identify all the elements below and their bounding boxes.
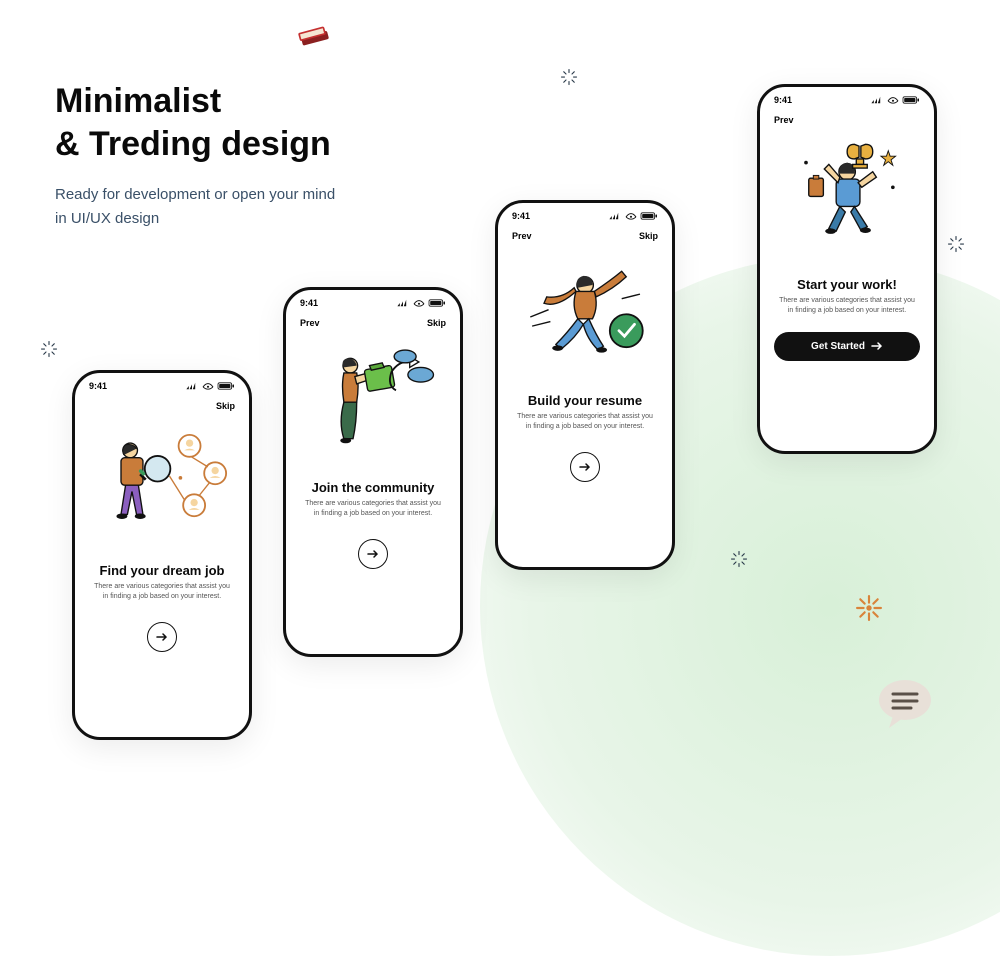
skip-button[interactable]: Skip bbox=[427, 318, 446, 328]
onboarding-illustration-hero bbox=[498, 247, 672, 387]
next-button[interactable] bbox=[147, 622, 177, 652]
skip-button[interactable]: Skip bbox=[639, 231, 658, 241]
hero-heading: Minimalist & Treding design Ready for de… bbox=[55, 80, 335, 231]
card-title: Build your resume bbox=[498, 387, 672, 412]
status-time: 9:41 bbox=[512, 211, 530, 221]
heading-line2: & Treding design bbox=[55, 125, 331, 163]
onboarding-illustration-upload bbox=[286, 334, 460, 474]
chat-bubble-icon bbox=[875, 676, 935, 731]
card-description: There are various categories that assist… bbox=[760, 296, 934, 316]
status-icons bbox=[870, 96, 920, 104]
status-icons bbox=[608, 212, 658, 220]
card-title: Join the community bbox=[286, 474, 460, 499]
nav-row: Prev bbox=[760, 109, 934, 131]
next-button[interactable] bbox=[570, 452, 600, 482]
status-icons bbox=[396, 299, 446, 307]
sparkle-icon bbox=[730, 550, 748, 568]
onboarding-illustration-search bbox=[75, 417, 249, 557]
heading-line1: Minimalist bbox=[55, 82, 221, 120]
skip-button[interactable]: Skip bbox=[216, 401, 235, 411]
card-title: Start your work! bbox=[760, 271, 934, 296]
status-time: 9:41 bbox=[300, 298, 318, 308]
heading-sub1: Ready for development or open your mind bbox=[55, 186, 335, 203]
sparkle-icon bbox=[560, 68, 578, 86]
sparkle-icon-accent bbox=[856, 595, 882, 621]
prev-button[interactable]: Prev bbox=[512, 231, 532, 241]
status-icons bbox=[185, 382, 235, 390]
onboarding-illustration-trophy bbox=[760, 131, 934, 271]
phone-mockup-2: 9:41 Prev Skip Join the community There … bbox=[283, 287, 463, 657]
status-bar: 9:41 bbox=[75, 373, 249, 395]
nav-row: Skip bbox=[75, 395, 249, 417]
heading-title: Minimalist & Treding design bbox=[55, 80, 335, 165]
status-bar: 9:41 bbox=[760, 87, 934, 109]
nav-row: Prev Skip bbox=[286, 312, 460, 334]
prev-button[interactable]: Prev bbox=[300, 318, 320, 328]
nav-row: Prev Skip bbox=[498, 225, 672, 247]
prev-button[interactable]: Prev bbox=[774, 115, 794, 125]
next-button[interactable] bbox=[358, 539, 388, 569]
heading-subtitle: Ready for development or open your mind … bbox=[55, 183, 335, 231]
sparkle-icon bbox=[40, 340, 58, 358]
card-title: Find your dream job bbox=[75, 557, 249, 582]
status-time: 9:41 bbox=[89, 381, 107, 391]
book-icon bbox=[295, 22, 337, 58]
status-bar: 9:41 bbox=[286, 290, 460, 312]
sparkle-icon bbox=[947, 235, 965, 253]
card-description: There are various categories that assist… bbox=[498, 412, 672, 432]
phone-mockup-4: 9:41 Prev bbox=[757, 84, 937, 454]
card-description: There are various categories that assist… bbox=[286, 499, 460, 519]
phone-mockup-3: 9:41 Prev Skip Build your resume T bbox=[495, 200, 675, 570]
phone-mockup-1: 9:41 Skip bbox=[72, 370, 252, 740]
get-started-button[interactable]: Get Started bbox=[774, 332, 920, 361]
heading-sub2: in UI/UX design bbox=[55, 210, 159, 227]
card-description: There are various categories that assist… bbox=[75, 582, 249, 602]
status-bar: 9:41 bbox=[498, 203, 672, 225]
status-time: 9:41 bbox=[774, 95, 792, 105]
cta-label: Get Started bbox=[811, 341, 865, 352]
